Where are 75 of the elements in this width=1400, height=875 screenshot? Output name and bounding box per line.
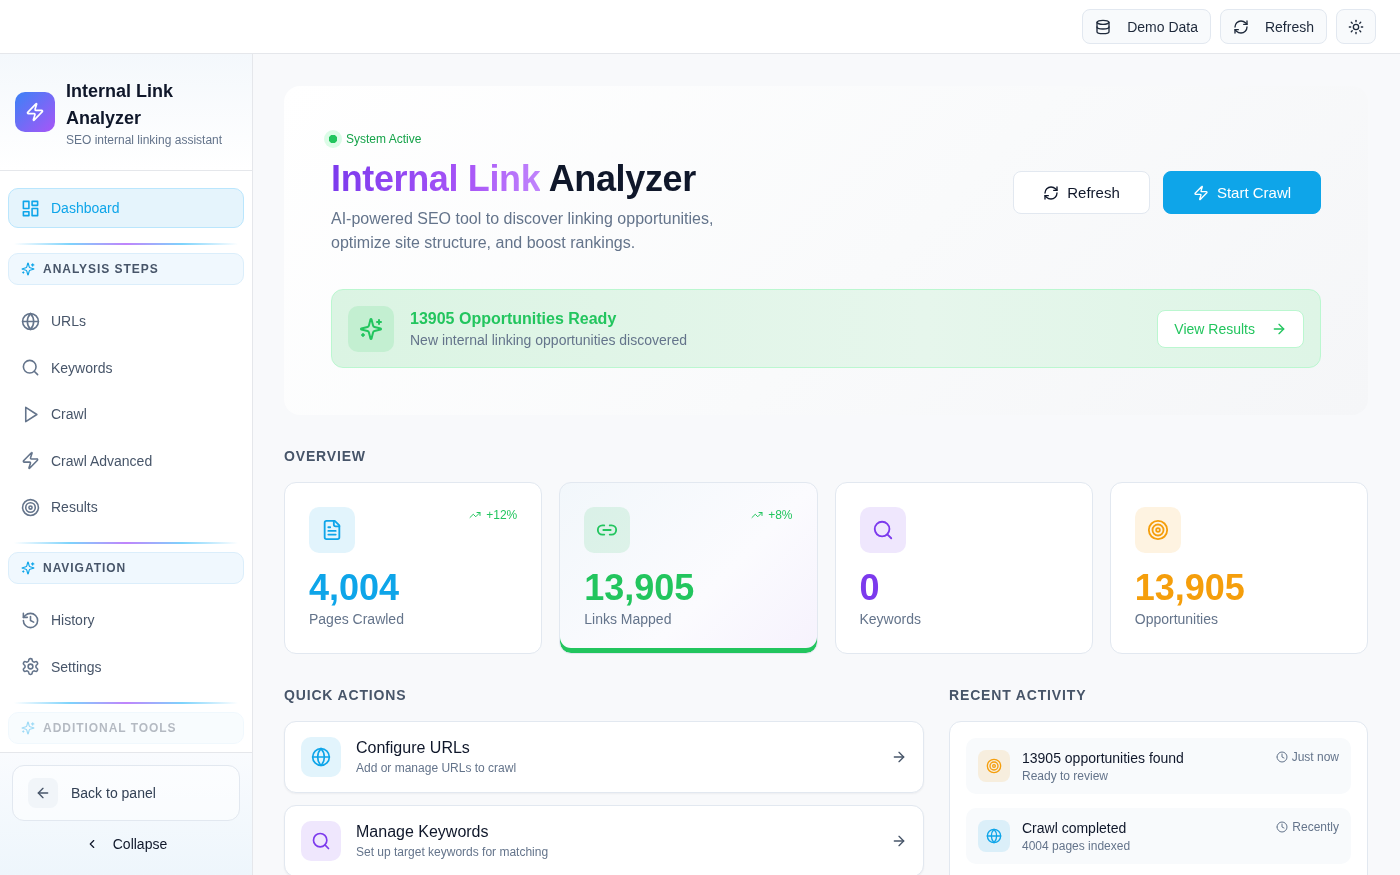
trend-up-icon <box>469 509 482 521</box>
history-icon <box>21 610 40 630</box>
activity-title: 13905 opportunities found <box>1022 749 1184 766</box>
nav-item[interactable]: Settings <box>8 646 244 687</box>
section-title: ADDITIONAL TOOLS <box>43 720 177 735</box>
sun-icon <box>1348 18 1364 35</box>
quick-action-card[interactable]: Configure URLs Add or manage URLs to crawl <box>284 721 924 793</box>
activity-title: Crawl completed <box>1022 819 1128 836</box>
sparkles-icon <box>21 262 35 276</box>
lightning-icon <box>1192 184 1209 201</box>
action-title: Manage Keywords <box>356 823 490 841</box>
lightning-icon <box>21 451 40 471</box>
section-title: NAVIGATION <box>43 561 127 576</box>
stat-label: Opportunities <box>1134 611 1220 627</box>
nav-item[interactable]: URLs <box>8 301 244 341</box>
refresh-icon <box>1232 18 1249 35</box>
theme-toggle-button[interactable] <box>1336 9 1376 44</box>
database-icon <box>1095 18 1112 35</box>
stat-value: 0 <box>859 568 881 608</box>
search-icon <box>21 358 40 378</box>
action-subtitle: Set up target keywords for matching <box>356 845 549 859</box>
sparkles-icon <box>21 561 35 576</box>
arrow-left-icon <box>28 778 58 808</box>
stat-label: Links Mapped <box>584 611 673 627</box>
back-button[interactable]: Back to panel <box>12 765 240 821</box>
section-title: ANALYSIS STEPS <box>43 262 159 276</box>
activity-time: Just now <box>1291 750 1339 764</box>
page-description: AI-powered SEO tool to discover linking opportunities, optimize site structure, and boost rankings. <box>331 209 715 253</box>
target-icon <box>21 497 40 517</box>
search-icon <box>859 507 906 553</box>
stat-value: 13,905 <box>1134 568 1246 608</box>
arrow-right-icon <box>891 833 907 849</box>
section-heading: OVERVIEW <box>284 447 367 466</box>
stat-value: 4,004 <box>309 568 401 608</box>
arrow-right-icon <box>891 749 907 765</box>
action-subtitle: Add or manage URLs to crawl <box>356 761 517 775</box>
toolbar-button[interactable]: Demo Data <box>1082 9 1211 44</box>
app-subtitle: SEO internal linking assistant <box>66 132 224 147</box>
clock-icon <box>1276 821 1289 833</box>
stat-value: 13,905 <box>584 568 696 608</box>
sparkles-icon <box>348 305 394 352</box>
app-title: Internal Link Analyzer <box>66 79 174 130</box>
activity-subtitle: 4004 pages indexed <box>1022 838 1131 853</box>
link-icon <box>584 507 631 553</box>
lightning-icon <box>15 92 55 132</box>
nav-item[interactable]: Results <box>8 487 244 528</box>
settings-icon <box>21 657 40 677</box>
status-label: System Active <box>346 132 422 146</box>
trend-up-icon <box>751 509 764 521</box>
quick-action-card[interactable]: Manage Keywords Set up target keywords for matching <box>284 805 924 875</box>
grid-icon <box>21 198 40 218</box>
banner-title: 13905 Opportunities Ready <box>410 309 618 328</box>
nav-item[interactable]: Crawl <box>8 394 244 435</box>
stat-label: Keywords <box>859 611 922 627</box>
globe-icon <box>21 311 40 331</box>
nav-item[interactable]: Crawl Advanced <box>8 440 244 481</box>
refresh-button[interactable]: Refresh <box>1013 171 1150 214</box>
section-heading: QUICK ACTIONS <box>284 686 408 705</box>
activity-subtitle: Ready to review <box>1022 768 1110 783</box>
activity-time: Recently <box>1292 820 1339 834</box>
trend-value: +12% <box>486 508 518 522</box>
toolbar-button[interactable]: Refresh <box>1219 9 1327 44</box>
sparkles-icon <box>21 720 35 735</box>
stat-label: Pages Crawled <box>309 611 405 627</box>
section-heading: RECENT ACTIVITY <box>949 686 1088 705</box>
trend-value: +8% <box>768 508 793 522</box>
document-icon <box>309 507 355 553</box>
banner-subtitle: New internal linking opportunities discovered <box>410 331 688 348</box>
refresh-icon <box>1043 184 1060 201</box>
collapse-button[interactable]: Collapse <box>84 836 168 852</box>
nav-item[interactable]: Keywords <box>8 347 244 388</box>
action-title: Configure URLs <box>356 739 471 757</box>
clock-icon <box>1275 751 1288 763</box>
nav-item[interactable]: History <box>8 600 244 641</box>
target-icon <box>1134 507 1181 553</box>
